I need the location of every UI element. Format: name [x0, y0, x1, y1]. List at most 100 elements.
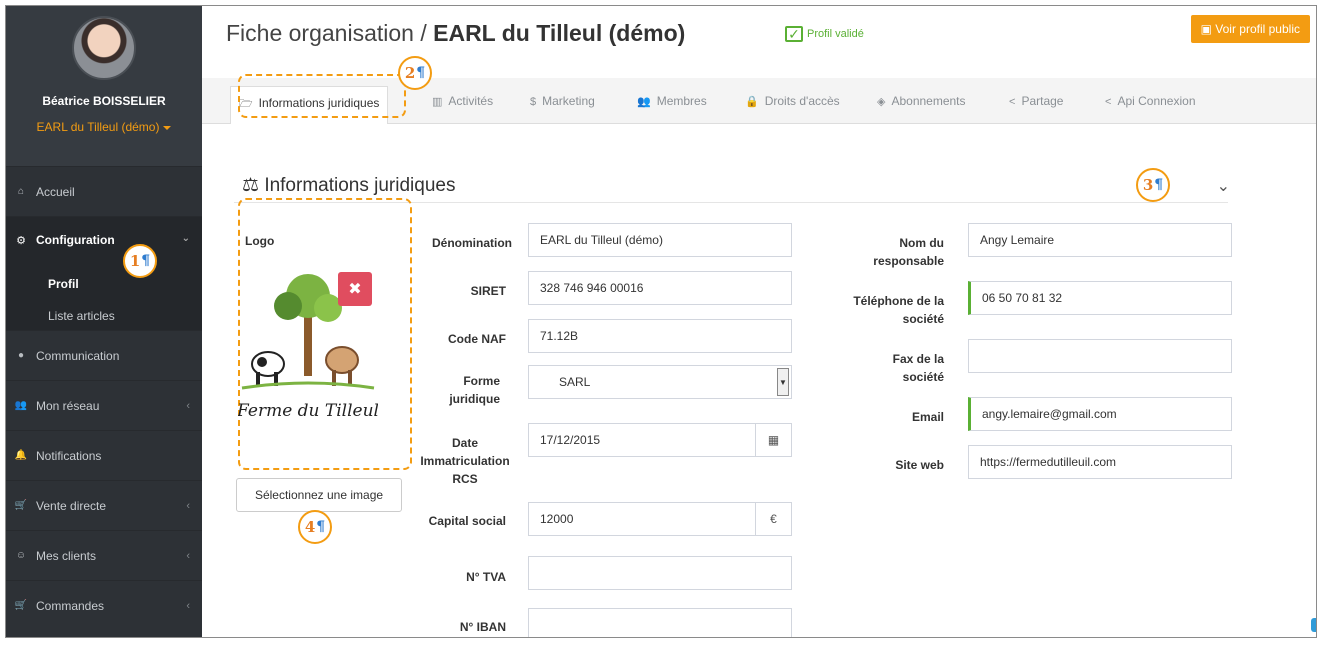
callout-badge-4: 4 ¶ [298, 510, 332, 544]
caret-down-icon [163, 125, 172, 130]
handshake-icon: ☺ [15, 550, 27, 561]
callout-badge-3: 3 ¶ [1136, 168, 1170, 202]
logo-label: Logo [245, 234, 275, 248]
main-content: Fiche organisation / EARL du Tilleul (dé… [202, 6, 1316, 637]
forme-juridique-select[interactable]: SARL ▼ [528, 365, 792, 399]
tab-activites[interactable]: ▥ Activités [432, 94, 493, 108]
tag-icon: ◈ [877, 96, 886, 108]
sidebar-item-commandes[interactable]: 🛒 Commandes ‹ [6, 580, 202, 630]
id-card-icon: ▣ [1200, 22, 1216, 36]
email-label: Email [911, 410, 944, 424]
callout-badge-2: 2 ¶ [398, 56, 432, 90]
tva-label: N° TVA [466, 570, 506, 584]
cart-icon: 🛒 [14, 500, 28, 511]
sidebar-subitem-liste-articles[interactable]: Liste articles [6, 309, 202, 323]
users-icon: 👥 [637, 96, 651, 108]
sidebar-item-accueil[interactable]: ⌂ Accueil [6, 166, 202, 216]
tab-api-connexion[interactable]: < Api Connexion [1105, 94, 1196, 108]
capital-social-label: Capital social [428, 514, 506, 528]
iban-input[interactable] [528, 608, 792, 637]
chevron-left-icon: ‹ [186, 399, 190, 412]
share-icon: < [1105, 96, 1112, 108]
sidebar-item-mes-clients[interactable]: ☺ Mes clients ‹ [6, 530, 202, 580]
users-icon: 👥 [14, 400, 28, 411]
org-selector[interactable]: EARL du Tilleul (démo) [6, 120, 202, 134]
tab-abonnements[interactable]: ◈ Abonnements [877, 94, 966, 108]
public-profile-button[interactable]: ▣ Voir profil public [1190, 15, 1310, 43]
select-arrow-icon: ▼ [777, 368, 789, 396]
site-web-input[interactable]: https://fermedutilleuil.com [968, 445, 1232, 479]
sidebar-item-label: Accueil [36, 184, 75, 199]
euro-addon: € [755, 503, 791, 535]
responsable-label: Nom du responsable [873, 236, 944, 268]
sidebar-item-label: Configuration [36, 233, 115, 247]
dollar-icon: $ [530, 96, 537, 108]
sidebar-item-vente-directe[interactable]: 🛒 Vente directe ‹ [6, 480, 202, 530]
sidebar-item-label: Commandes [36, 598, 105, 613]
delete-logo-button[interactable]: ✖ [338, 272, 372, 306]
forme-juridique-label: Forme juridique [449, 374, 500, 406]
balance-scale-icon: ⚖ [242, 175, 265, 196]
status-badge: ✓ Profil validé [785, 26, 864, 42]
sidebar: Béatrice BOISSELIER EARL du Tilleul (dém… [6, 6, 202, 637]
page-header: Fiche organisation / EARL du Tilleul (dé… [202, 6, 1316, 78]
chevron-down-icon[interactable]: ⌄ [1217, 176, 1230, 196]
share-icon: < [1009, 96, 1016, 108]
sidebar-item-notifications[interactable]: 🔔 Notifications [6, 430, 202, 480]
sidebar-item-label: Notifications [36, 448, 102, 463]
sidebar-item-label: Communication [36, 348, 120, 363]
bar-chart-icon: ▥ [432, 96, 443, 108]
capital-social-input[interactable]: 12000 € [528, 502, 792, 536]
select-image-button[interactable]: Sélectionnez une image [236, 478, 402, 512]
home-icon: ⌂ [17, 186, 25, 197]
date-immatriculation-label: Date Immatriculation RCS [420, 436, 510, 486]
iban-label: N° IBAN [459, 620, 506, 634]
date-immatriculation-input[interactable]: 17/12/2015 ▦ [528, 423, 792, 457]
denomination-label: Dénomination [432, 236, 512, 250]
tab-partage[interactable]: < Partage [1009, 94, 1063, 108]
fax-label: Fax de la société [892, 352, 944, 384]
app-window: Béatrice BOISSELIER EARL du Tilleul (dém… [5, 5, 1317, 638]
chevron-down-icon: ⌄ [181, 233, 190, 244]
responsable-input[interactable]: Angy Lemaire [968, 223, 1232, 257]
lock-icon: 🔒 [745, 96, 759, 108]
section-title: ⚖ Informations juridiques [242, 175, 456, 196]
user-panel: Béatrice BOISSELIER EARL du Tilleul (dém… [6, 6, 202, 166]
highlight-tab [238, 74, 406, 118]
user-name: Béatrice BOISSELIER [42, 94, 166, 108]
sidebar-item-configuration[interactable]: ⚙ Configuration ⌄ Profil Liste articles [6, 216, 202, 330]
chevron-left-icon: ‹ [186, 549, 190, 562]
sidebar-item-communication[interactable]: ● Communication [6, 330, 202, 380]
sidebar-item-mon-reseau[interactable]: 👥 Mon réseau ‹ [6, 380, 202, 430]
close-icon: ✖ [348, 281, 362, 298]
site-web-label: Site web [895, 458, 944, 472]
sidebar-item-label: Vente directe [36, 498, 107, 513]
tab-marketing[interactable]: $ Marketing [530, 94, 595, 108]
code-naf-input[interactable]: 71.12B [528, 319, 792, 353]
denomination-input[interactable]: EARL du Tilleul (démo) [528, 223, 792, 257]
org-name: EARL du Tilleul (démo) [36, 120, 160, 134]
code-naf-label: Code NAF [448, 332, 506, 346]
tab-membres[interactable]: 👥 Membres [637, 94, 707, 108]
fax-input[interactable] [968, 339, 1232, 373]
sidebar-item-label: Mes clients [36, 548, 97, 563]
chevron-left-icon: ‹ [186, 599, 190, 612]
svg-text:Ferme du Tilleul: Ferme du Tilleul [238, 401, 378, 421]
chevron-left-icon: ‹ [186, 499, 190, 512]
bell-icon: 🔔 [14, 450, 28, 461]
telephone-input[interactable]: 06 50 70 81 32 [968, 281, 1232, 315]
avatar[interactable] [72, 16, 136, 80]
check-square-icon: ✓ [785, 26, 803, 42]
sidebar-subitem-profil[interactable]: Profil [6, 277, 202, 291]
page-title: Fiche organisation / EARL du Tilleul (dé… [226, 20, 686, 46]
tab-droits-acces[interactable]: 🔒 Droits d'accès [745, 94, 840, 108]
comments-icon: ● [17, 350, 25, 361]
email-input[interactable]: angy.lemaire@gmail.com [968, 397, 1232, 431]
siret-input[interactable]: 328 746 946 00016 [528, 271, 792, 305]
tva-input[interactable] [528, 556, 792, 590]
calendar-icon[interactable]: ▦ [755, 424, 791, 456]
scroll-marker [1311, 618, 1316, 632]
sidebar-item-label: Mon réseau [36, 398, 100, 413]
telephone-label: Téléphone de la société [853, 294, 944, 326]
cart-arrow-icon: 🛒 [14, 600, 28, 611]
